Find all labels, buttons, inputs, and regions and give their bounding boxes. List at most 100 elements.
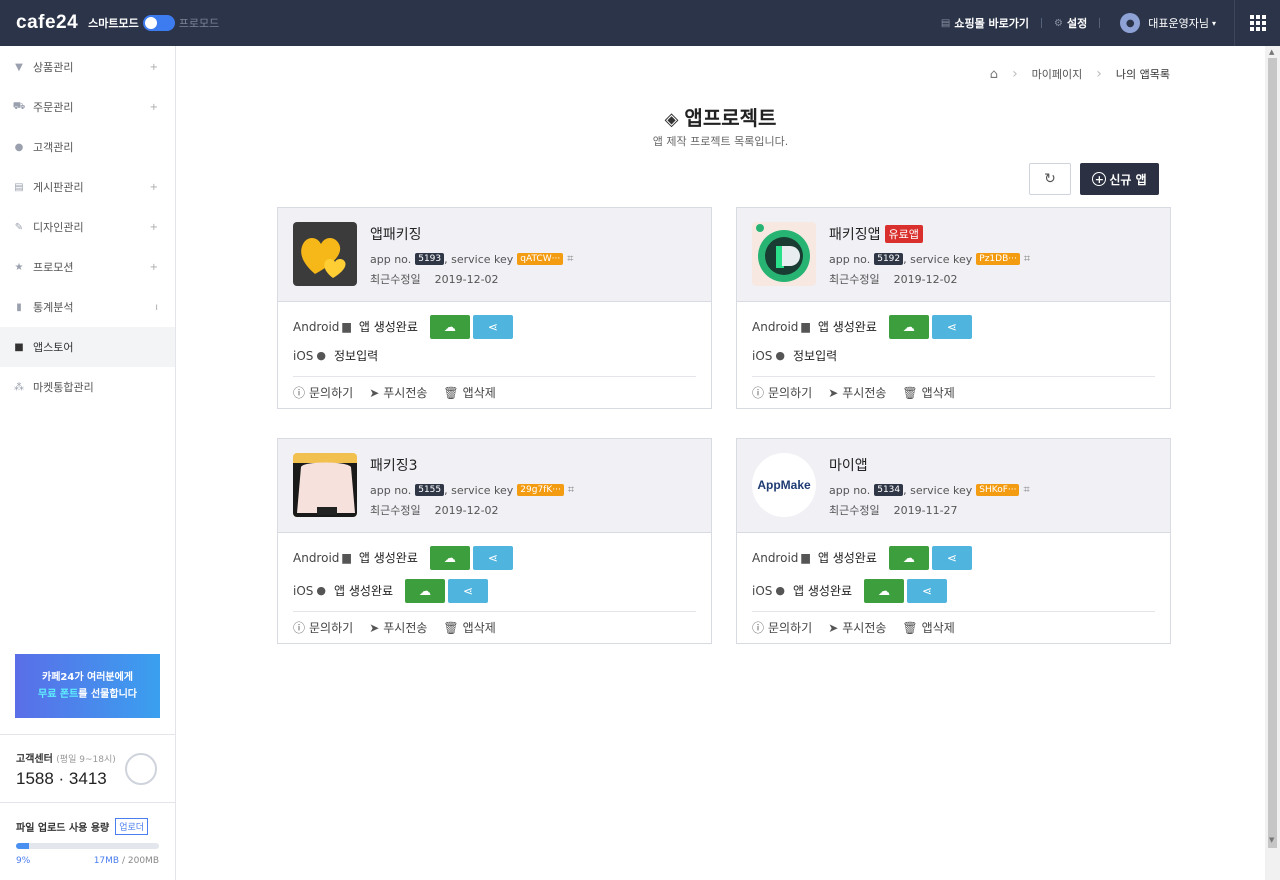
- sidebar-item-design[interactable]: ✎ 디자인관리 +: [0, 207, 175, 247]
- app-icon-packaging3[interactable]: [293, 453, 357, 517]
- share-button[interactable]: ⋖: [448, 578, 489, 603]
- send-icon: ➤: [369, 385, 380, 400]
- inquiry-button[interactable]: ⓘ 문의하기: [752, 619, 812, 636]
- delete-label: 앱삭제: [462, 386, 496, 400]
- share-button[interactable]: ⋖: [472, 545, 513, 570]
- scroll-down-icon[interactable]: ▼: [1269, 836, 1274, 844]
- brush-icon: ✎: [14, 221, 24, 233]
- shop-link[interactable]: ▤ 쇼핑몰 바로가기: [941, 15, 1029, 31]
- sidebar-item-appstore[interactable]: ■ 앱스토어: [0, 327, 175, 367]
- sidebar-item-market[interactable]: ⁂ 마켓통합관리: [0, 367, 175, 407]
- scrollbar[interactable]: ▲ ▼: [1265, 46, 1280, 880]
- delete-label: 앱삭제: [921, 621, 955, 635]
- tag-icon[interactable]: ⌗: [1024, 252, 1030, 266]
- app-no-label: app no.: [829, 483, 871, 497]
- service-key-badge[interactable]: qATCW···: [517, 253, 564, 265]
- home-icon[interactable]: ⌂: [990, 67, 998, 82]
- download-button[interactable]: ☁: [888, 314, 929, 339]
- free-font-banner[interactable]: 카페24가 여러분에게 무료 폰트를 선물합니다: [15, 654, 160, 718]
- android-status: 앱 생성완료: [817, 320, 877, 334]
- delete-label: 앱삭제: [462, 621, 496, 635]
- push-label: 푸시전송: [383, 621, 428, 635]
- ios-status[interactable]: 정보입력: [793, 347, 837, 364]
- sidebar-item-boards[interactable]: ▤ 게시판관리 +: [0, 167, 175, 207]
- download-button[interactable]: ☁: [864, 578, 905, 603]
- sidebar-item-products[interactable]: ▼ 상품관리 +: [0, 47, 175, 87]
- download-button[interactable]: ☁: [429, 314, 470, 339]
- share-button[interactable]: ⋖: [931, 545, 972, 570]
- service-key-label: , service key: [903, 252, 973, 266]
- sidebar-item-stats[interactable]: ▮ 통계분석 ı: [0, 287, 175, 327]
- new-app-label: 신규 앱: [1109, 172, 1147, 187]
- share-icon: ⋖: [946, 550, 957, 565]
- tag-icon[interactable]: ⌗: [568, 483, 574, 497]
- share-button[interactable]: ⋖: [931, 314, 972, 339]
- app-icon-hearts[interactable]: [293, 222, 357, 286]
- download-button[interactable]: ☁: [405, 578, 446, 603]
- download-button[interactable]: ☁: [429, 545, 470, 570]
- app-grid-button[interactable]: [1234, 0, 1280, 46]
- upload-total: / 200MB: [121, 856, 159, 866]
- upload-progress-bar: [16, 843, 159, 849]
- sidebar-item-orders[interactable]: ⛟ 주문관리 +: [0, 87, 175, 127]
- plus-circle-icon: +: [1092, 172, 1107, 186]
- service-key-badge[interactable]: Pz1DB···: [976, 253, 1020, 265]
- app-name: 패키징3: [370, 458, 418, 474]
- push-label: 푸시전송: [383, 386, 428, 400]
- plus-icon: +: [149, 181, 158, 193]
- trash-icon: 🗑: [443, 620, 459, 635]
- delete-app-button[interactable]: 🗑 앱삭제: [902, 384, 954, 401]
- settings-link[interactable]: ⚙ 설정: [1054, 15, 1087, 31]
- delete-app-button[interactable]: 🗑 앱삭제: [902, 619, 954, 636]
- sidebar-item-label: 통계분석: [33, 301, 74, 314]
- share-button[interactable]: ⋖: [907, 578, 948, 603]
- mode-toggle[interactable]: [142, 15, 175, 31]
- uploader-button[interactable]: 업로더: [115, 818, 149, 835]
- service-key-badge[interactable]: 29g7fK···: [517, 484, 564, 496]
- grid-icon: [1249, 15, 1266, 31]
- inquiry-button[interactable]: ⓘ 문의하기: [293, 619, 353, 636]
- inquiry-button[interactable]: ⓘ 문의하기: [293, 384, 353, 401]
- user-menu[interactable]: ● 대표운영자님 ▾: [1120, 13, 1216, 33]
- cafe24-logo[interactable]: cafe24: [16, 12, 78, 34]
- user-name: 대표운영자님: [1148, 17, 1209, 30]
- scroll-thumb[interactable]: [1268, 58, 1277, 848]
- app-card: AppMake 마이앱 app no. 5134, service key SHKo…: [736, 438, 1171, 644]
- app-name: 마이앱: [829, 458, 868, 474]
- ios-status: 앱 생성완료: [334, 584, 394, 598]
- refresh-button[interactable]: ↻: [1029, 163, 1071, 195]
- plus-icon: ı: [155, 301, 158, 313]
- tag-icon[interactable]: ⌗: [1023, 483, 1029, 497]
- app-icon-appmake[interactable]: AppMake: [752, 453, 816, 517]
- inquiry-label: 문의하기: [309, 621, 354, 635]
- sidebar-item-promotion[interactable]: ★ 프로모션 +: [0, 247, 175, 287]
- app-icon-packaging[interactable]: [752, 222, 816, 286]
- cart-icon: ⛟: [12, 100, 26, 112]
- scroll-up-icon[interactable]: ▲: [1269, 48, 1274, 56]
- share-button[interactable]: ⋖: [472, 314, 513, 339]
- page-title: ◈ 앱프로젝트: [176, 102, 1265, 131]
- push-button[interactable]: ➤ 푸시전송: [369, 619, 427, 636]
- service-key-badge[interactable]: SHKoF···: [976, 484, 1020, 496]
- download-button[interactable]: ☁: [888, 545, 929, 570]
- cs-title: 고객센터: [16, 754, 53, 765]
- modified-label: 최근수정일: [829, 273, 880, 286]
- tag-icon[interactable]: ⌗: [567, 252, 573, 266]
- inquiry-button[interactable]: ⓘ 문의하기: [752, 384, 812, 401]
- service-key-label: , service key: [903, 483, 973, 497]
- paid-app-badge: 유료앱: [884, 225, 923, 243]
- plus-icon: +: [149, 61, 158, 73]
- push-button[interactable]: ➤ 푸시전송: [828, 619, 886, 636]
- app-card: 앱패키징 app no. 5193, service key qATCW··· ⌗ 최…: [277, 207, 712, 409]
- push-button[interactable]: ➤ 푸시전송: [369, 384, 427, 401]
- push-label: 푸시전송: [842, 621, 887, 635]
- push-button[interactable]: ➤ 푸시전송: [828, 384, 886, 401]
- android-label: Android: [293, 319, 340, 334]
- ios-status[interactable]: 정보입력: [334, 347, 378, 364]
- store-icon: ▤: [940, 17, 951, 29]
- sidebar-item-customers[interactable]: ● 고객관리: [0, 127, 175, 167]
- new-app-button[interactable]: + 신규 앱: [1080, 163, 1159, 195]
- breadcrumb-mypage[interactable]: 마이페이지: [1032, 66, 1083, 82]
- delete-app-button[interactable]: 🗑 앱삭제: [443, 384, 495, 401]
- delete-app-button[interactable]: 🗑 앱삭제: [443, 619, 495, 636]
